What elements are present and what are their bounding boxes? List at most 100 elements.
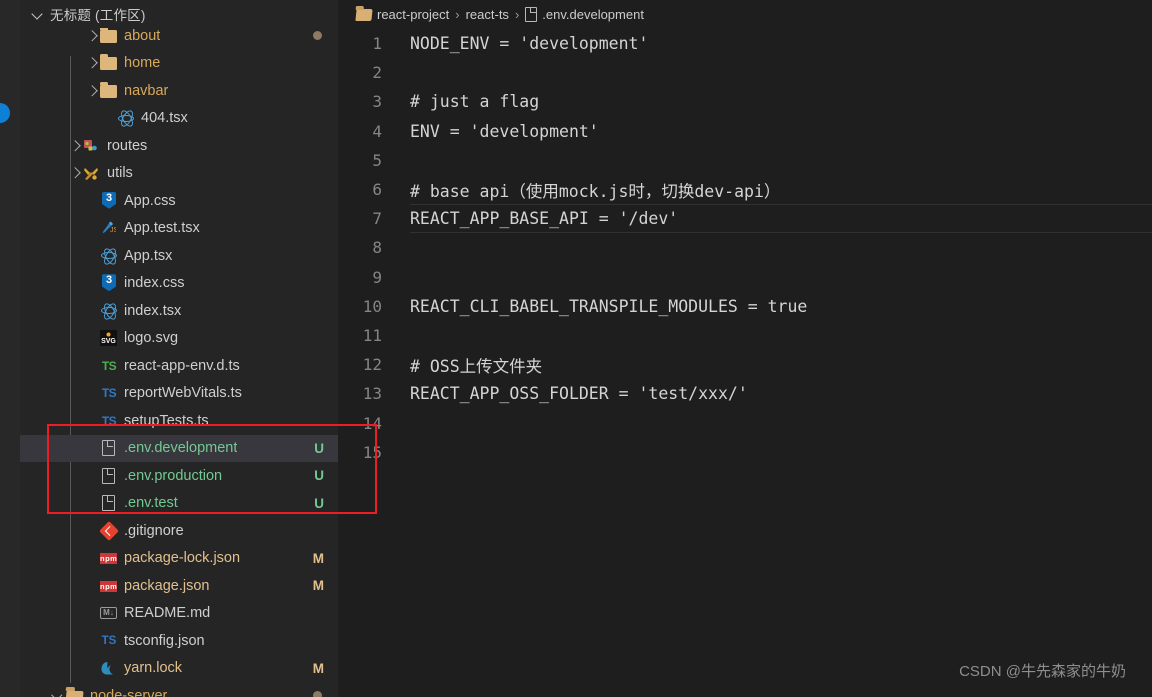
code-line[interactable]: 5 — [338, 146, 1152, 175]
code-line[interactable]: 14 — [338, 408, 1152, 437]
file-tree-row[interactable]: .env.development U — [20, 434, 338, 462]
code-line[interactable]: 7 REACT_APP_BASE_API = '/dev' — [338, 204, 1152, 234]
file-tree-label: reportWebVitals.ts — [124, 385, 242, 402]
svg-text:JS: JS — [110, 227, 116, 234]
utils-icon — [83, 164, 101, 182]
notification-badge[interactable] — [0, 103, 10, 123]
code-line[interactable]: 11 — [338, 321, 1152, 350]
breadcrumb[interactable]: react-project › react-ts › .env.development — [338, 0, 1152, 29]
code-line-text: # just a flag — [410, 92, 540, 112]
breadcrumb-item[interactable]: .env.development — [525, 7, 644, 22]
code-line[interactable]: 13 REACT_APP_OSS_FOLDER = 'test/xxx/' — [338, 379, 1152, 408]
file-tree-row[interactable]: package.json M — [20, 572, 338, 600]
chevron-right-icon[interactable] — [84, 55, 100, 71]
line-number: 13 — [362, 384, 382, 404]
file-tree-row[interactable]: yarn.lock M — [20, 655, 338, 683]
file-tree-label: navbar — [124, 82, 169, 99]
code-line-text: ENV = 'development' — [410, 121, 599, 141]
chevron-placeholder — [84, 633, 100, 649]
file-tree-row[interactable]: .gitignore — [20, 517, 338, 545]
file-tree-label: home — [124, 55, 161, 72]
code-line-text: REACT_APP_BASE_API = '/dev' — [410, 209, 679, 229]
code-line-text: REACT_APP_OSS_FOLDER = 'test/xxx/' — [410, 384, 748, 404]
breadcrumb-item[interactable]: react-project — [355, 7, 449, 22]
line-number: 3 — [372, 92, 382, 112]
file-tree-row[interactable]: App.tsx — [20, 242, 338, 270]
file-tree-row[interactable]: package-lock.json M — [20, 545, 338, 573]
chevron-right-icon[interactable] — [67, 165, 83, 181]
chevron-placeholder — [84, 660, 100, 676]
ts-icon — [100, 412, 118, 430]
chevron-right-icon[interactable] — [84, 28, 100, 44]
file-tree-row[interactable]: routes — [20, 132, 338, 160]
file-tree-row[interactable]: navbar — [20, 77, 338, 105]
ts-icon — [100, 384, 118, 402]
line-number: 7 — [372, 209, 382, 229]
chevron-down-icon[interactable] — [50, 688, 66, 697]
vscode-window: 无标题 (工作区) about home navbar 404.tsx routes ut… — [0, 0, 1152, 697]
code-line[interactable]: 15 — [338, 438, 1152, 467]
folder-icon — [100, 81, 118, 100]
file-tree-row[interactable]: about — [20, 28, 338, 50]
chevron-placeholder — [84, 523, 100, 539]
file-tree-row[interactable]: JS App.test.tsx — [20, 215, 338, 243]
activity-bar — [0, 0, 20, 697]
code-line[interactable]: 3 # just a flag — [338, 87, 1152, 116]
chevron-right-icon[interactable] — [84, 83, 100, 99]
file-tree-label: setupTests.ts — [124, 412, 209, 429]
file-tree-row[interactable]: reportWebVitals.ts — [20, 380, 338, 408]
code-line[interactable]: 10 REACT_CLI_BABEL_TRANSPILE_MODULES = tr… — [338, 292, 1152, 321]
code-line[interactable]: 6 # base api（使用mock.js时，切换dev-api） — [338, 175, 1152, 204]
file-tree-row[interactable]: index.tsx — [20, 297, 338, 325]
folder-status-dot — [313, 31, 322, 41]
file-tree-label: package-lock.json — [124, 550, 241, 567]
chevron-placeholder — [84, 303, 100, 319]
breadcrumb-item[interactable]: react-ts — [466, 7, 509, 22]
code-editor[interactable]: 1 NODE_ENV = 'development' 2 3 # just a flag… — [338, 29, 1152, 697]
chevron-placeholder — [84, 605, 100, 621]
file-tree-row[interactable]: tsconfig.json — [20, 627, 338, 655]
workspace-title: 无标题 (工作区) — [50, 8, 146, 23]
code-line[interactable]: 12 # OSS上传文件夹 — [338, 350, 1152, 379]
file-tree-row[interactable]: react-app-env.d.ts — [20, 352, 338, 380]
file-tree-row[interactable]: node-server — [20, 682, 338, 697]
file-tree-label: utils — [107, 165, 133, 182]
chevron-placeholder — [84, 495, 100, 511]
file-tree[interactable]: about home navbar 404.tsx routes utils App.css… — [20, 28, 338, 697]
git-status-badge: M — [312, 550, 324, 566]
chevron-placeholder — [84, 248, 100, 264]
css-icon — [100, 191, 118, 210]
file-tree-row[interactable]: home — [20, 50, 338, 78]
file-tree-row[interactable]: index.css — [20, 270, 338, 298]
chevron-placeholder — [84, 413, 100, 429]
file-tree-row[interactable]: App.css — [20, 187, 338, 215]
code-line[interactable]: 8 — [338, 233, 1152, 262]
workspace-title-bar[interactable]: 无标题 (工作区) — [20, 0, 338, 28]
file-tree-label: yarn.lock — [124, 660, 183, 677]
file-tree-row[interactable]: 404.tsx — [20, 105, 338, 133]
npm-icon — [100, 577, 118, 595]
breadcrumb-separator-icon: › — [514, 7, 520, 22]
code-line[interactable]: 9 — [338, 263, 1152, 292]
file-tree-row[interactable]: utils — [20, 160, 338, 188]
file-tree-label: about — [124, 28, 161, 44]
code-line[interactable]: 2 — [338, 58, 1152, 87]
file-tree-row[interactable]: logo.svg — [20, 325, 338, 353]
code-line[interactable]: 1 NODE_ENV = 'development' — [338, 29, 1152, 58]
file-tree-label: package.json — [124, 577, 210, 594]
chevron-down-icon[interactable] — [30, 6, 46, 22]
code-line[interactable]: 4 ENV = 'development' — [338, 117, 1152, 146]
chevron-right-icon[interactable] — [67, 138, 83, 154]
file-tree-row[interactable]: README.md — [20, 600, 338, 628]
file-tree-label: react-app-env.d.ts — [124, 357, 240, 374]
chevron-placeholder — [84, 385, 100, 401]
code-line-text: # OSS上传文件夹 — [410, 356, 543, 376]
file-tree-label: .env.test — [124, 495, 178, 512]
git-status-badge: U — [314, 495, 324, 511]
folder-icon — [100, 28, 118, 45]
breadcrumb-separator-icon: › — [455, 7, 460, 22]
file-tree-row[interactable]: .env.test U — [20, 490, 338, 518]
file-tree-row[interactable]: .env.production U — [20, 462, 338, 490]
file-tree-label: .env.development — [124, 440, 238, 457]
file-tree-row[interactable]: setupTests.ts — [20, 407, 338, 435]
